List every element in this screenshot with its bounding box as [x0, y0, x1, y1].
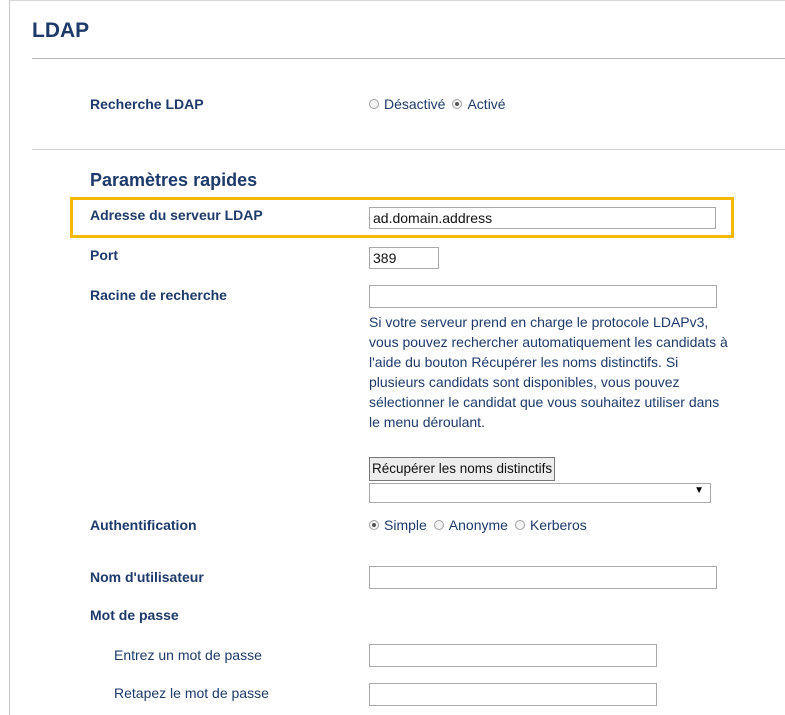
auth-anonymous-radio[interactable] [433, 520, 444, 530]
auth-simple-label[interactable]: Simple [384, 517, 427, 533]
dropdown-arrow-icon: ▼ [694, 485, 704, 496]
ldap-search-enabled-radio[interactable] [452, 99, 463, 109]
search-root-help-text: Si votre serveur prend en charge le prot… [369, 314, 728, 430]
password-label: Mot de passe [90, 607, 179, 623]
fetch-distinguished-names-button[interactable]: Récupérer les noms distinctifs [369, 457, 556, 481]
authentication-radio-group: Simple Anonyme Kerberos [369, 517, 594, 533]
section-divider [32, 149, 785, 150]
retype-password-input[interactable] [369, 683, 657, 706]
port-label: Port [90, 247, 118, 263]
enter-password-label: Entrez un mot de passe [114, 647, 262, 663]
distinguished-names-select[interactable]: ▼ [369, 483, 711, 503]
quick-settings-heading: Paramètres rapides [90, 170, 258, 190]
enter-password-input[interactable] [369, 644, 657, 667]
auth-anonymous-label[interactable]: Anonyme [449, 517, 508, 533]
username-input[interactable] [369, 566, 717, 589]
auth-simple-radio[interactable] [369, 520, 379, 530]
page-title: LDAP [32, 19, 90, 42]
server-address-input[interactable] [369, 207, 716, 229]
ldap-search-disabled-radio[interactable] [369, 99, 379, 109]
ldap-search-enabled-label[interactable]: Activé [467, 96, 505, 112]
page-top-border [9, 0, 785, 1]
port-input[interactable] [369, 247, 439, 269]
search-root-label: Racine de recherche [90, 287, 227, 303]
retype-password-label: Retapez le mot de passe [114, 685, 269, 701]
title-divider [32, 58, 785, 59]
authentication-label: Authentification [90, 517, 197, 533]
ldap-search-label: Recherche LDAP [90, 96, 204, 112]
ldap-search-radio-group: Désactivé Activé [369, 96, 513, 112]
username-label: Nom d'utilisateur [90, 569, 204, 585]
auth-kerberos-radio[interactable] [514, 520, 525, 530]
auth-kerberos-label[interactable]: Kerberos [530, 517, 587, 533]
search-root-input[interactable] [369, 285, 717, 308]
ldap-search-disabled-label[interactable]: Désactivé [384, 96, 445, 112]
server-address-label: Adresse du serveur LDAP [90, 207, 263, 223]
page-left-border [9, 0, 10, 715]
